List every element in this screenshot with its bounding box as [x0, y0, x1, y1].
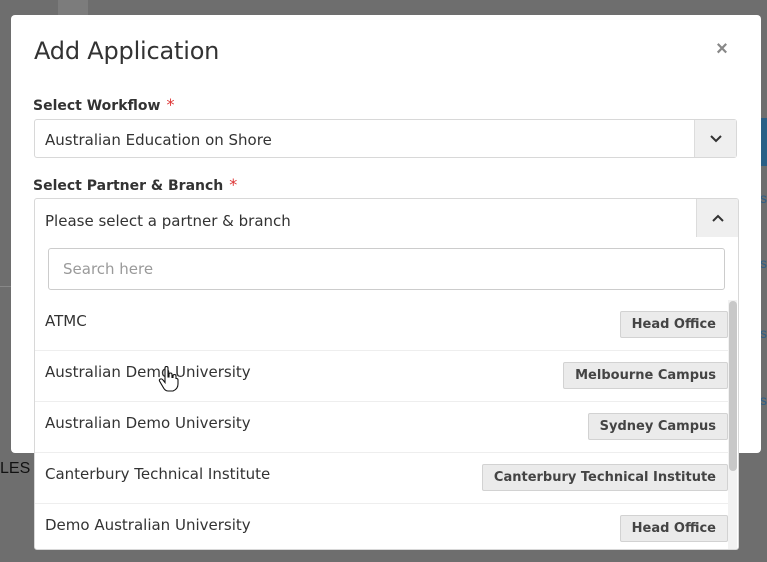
required-marker: * [229, 175, 238, 194]
modal-title: Add Application [34, 37, 220, 65]
partner-search-input[interactable] [48, 248, 725, 290]
partner-option[interactable]: Australian Demo University Sydney Campus [35, 402, 728, 453]
partner-option[interactable]: Demo Australian University Head Office [35, 504, 728, 549]
workflow-label-text: Select Workflow [33, 98, 161, 114]
partner-branch-select[interactable]: Please select a partner & branch [35, 199, 738, 239]
partner-branch-placeholder: Please select a partner & branch [45, 212, 291, 230]
partner-option[interactable]: Australian Demo University Melbourne Cam… [35, 351, 728, 402]
background-link-fragment: s [760, 392, 767, 408]
required-marker: * [166, 95, 175, 114]
branch-badge: Sydney Campus [587, 413, 728, 440]
partner-option[interactable]: Canterbury Technical Institute Canterbur… [35, 453, 728, 504]
branch-badge: Canterbury Technical Institute [481, 464, 728, 491]
close-icon[interactable]: × [716, 38, 728, 60]
chevron-up-icon [711, 214, 724, 222]
partner-branch-select-toggle[interactable] [696, 199, 738, 237]
branch-badge: Head Office [619, 515, 728, 542]
chevron-down-icon [709, 134, 722, 142]
background-text-fragment: LES [0, 460, 31, 477]
partner-branch-label-text: Select Partner & Branch [33, 178, 224, 194]
partner-name: ATMC [45, 312, 87, 330]
branch-badge: Head Office [619, 311, 728, 338]
workflow-select-toggle[interactable] [694, 120, 736, 157]
branch-badge: Melbourne Campus [563, 362, 728, 389]
background-link-fragment: s [760, 325, 767, 341]
close-button[interactable]: × [713, 39, 731, 59]
partner-name: Canterbury Technical Institute [45, 465, 271, 483]
background-link-fragment: s [760, 255, 767, 271]
partner-branch-label: Select Partner & Branch * [33, 175, 237, 194]
workflow-label: Select Workflow * [33, 95, 174, 114]
partner-name: Demo Australian University [45, 516, 251, 534]
background-link-fragment: s [760, 190, 767, 206]
workflow-select[interactable]: Australian Education on Shore [34, 119, 737, 158]
hand-pointer-icon [158, 366, 179, 392]
partner-name: Australian Demo University [45, 363, 251, 381]
partner-option[interactable]: ATMC Head Office [35, 300, 728, 351]
partner-name: Australian Demo University [45, 414, 251, 432]
workflow-selected-value: Australian Education on Shore [45, 131, 272, 149]
partner-options-list: ATMC Head Office Australian Demo Univers… [35, 300, 728, 549]
background-accent-bar [760, 118, 767, 166]
dropdown-scrollbar-thumb[interactable] [729, 301, 737, 471]
partner-branch-dropdown[interactable]: Please select a partner & branch ATMC He… [34, 198, 739, 550]
